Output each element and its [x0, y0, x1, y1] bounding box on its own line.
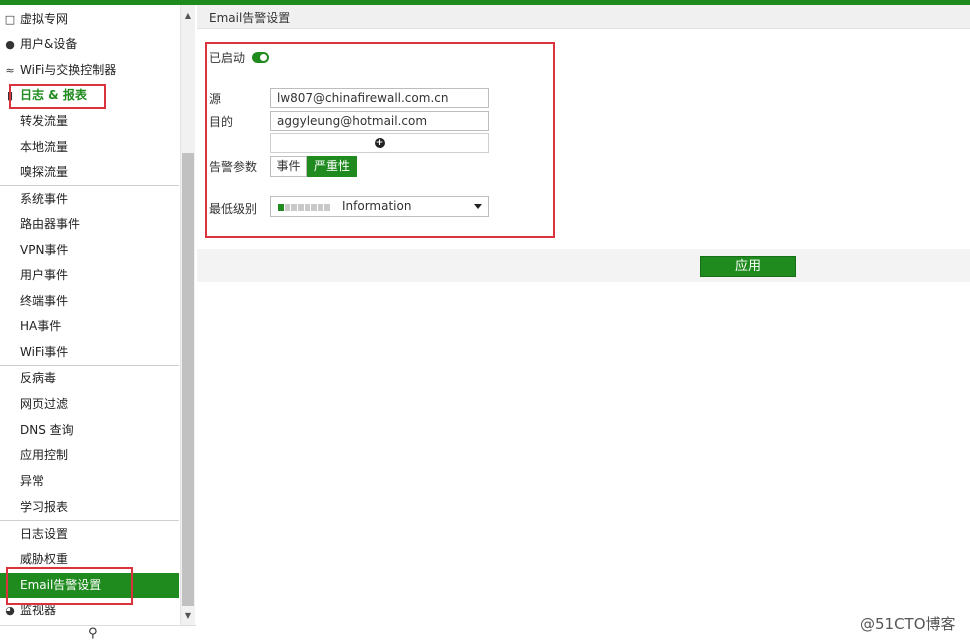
enabled-label: 已启动 — [209, 51, 246, 65]
watermark: @51CTO博客 — [860, 615, 956, 633]
sidebar-item-antivirus[interactable]: 反病毒 — [0, 366, 179, 391]
source-email-input[interactable] — [270, 88, 489, 108]
sidebar-item-label: HA事件 — [20, 319, 62, 333]
sidebar-item-dns-query[interactable]: DNS 查询 — [0, 418, 179, 443]
scrollbar-thumb[interactable] — [182, 153, 194, 606]
sidebar-scrollbar[interactable]: ▲ ▼ — [181, 5, 195, 625]
sidebar-item-users-devices[interactable]: ● 用户&设备 — [0, 32, 179, 57]
sidebar-item-label: 本地流量 — [20, 140, 69, 154]
alert-params-label: 告警参数 — [209, 160, 258, 174]
sidebar-item-label: 虚拟专网 — [20, 12, 69, 26]
sidebar-item-label: VPN事件 — [20, 243, 69, 257]
divider — [0, 185, 179, 186]
action-bar — [197, 249, 970, 282]
sidebar-item-label: 异常 — [20, 474, 45, 488]
sidebar-item-label: 用户&设备 — [20, 37, 78, 51]
wifi-icon: ≈ — [5, 64, 15, 77]
sidebar-item-vpn-events[interactable]: VPN事件 — [0, 238, 179, 263]
param-option-severity[interactable]: 严重性 — [307, 156, 357, 177]
sidebar-item-label: DNS 查询 — [20, 423, 74, 437]
sidebar-item-log-settings[interactable]: 日志设置 — [0, 522, 179, 547]
sidebar-item-wifi-switch[interactable]: ≈ WiFi与交换控制器 — [0, 58, 179, 83]
sidebar-item-label: WiFi与交换控制器 — [20, 63, 117, 77]
search-icon[interactable]: ⚲ — [88, 626, 98, 641]
highlight-box — [6, 567, 133, 605]
sidebar-item-local-traffic[interactable]: 本地流量 — [0, 135, 179, 160]
user-icon: ● — [5, 38, 15, 51]
plus-circle-icon: + — [374, 138, 385, 148]
severity-level-indicator — [278, 204, 330, 211]
sidebar-item-label: 转发流量 — [20, 114, 69, 128]
sidebar-item-label: 网页过滤 — [20, 397, 69, 411]
sidebar-item-forward-traffic[interactable]: 转发流量 — [0, 109, 179, 134]
page-title: Email告警设置 — [209, 11, 291, 25]
min-level-select[interactable]: Information — [270, 196, 489, 217]
sidebar-item-endpoint-events[interactable]: 终端事件 — [0, 289, 179, 314]
sidebar-item-router-events[interactable]: 路由器事件 — [0, 212, 179, 237]
sidebar-item-label: 应用控制 — [20, 448, 69, 462]
param-option-event[interactable]: 事件 — [270, 156, 307, 177]
destination-email-input[interactable] — [270, 111, 489, 131]
page-header: Email告警设置 — [197, 5, 970, 29]
add-destination-button[interactable]: + — [270, 133, 489, 153]
enabled-toggle[interactable] — [252, 52, 269, 63]
divider — [0, 520, 179, 521]
sidebar-item-label: 终端事件 — [20, 294, 69, 308]
sidebar-item-wifi-events[interactable]: WiFi事件 — [0, 340, 179, 365]
chevron-down-icon — [474, 204, 482, 209]
sidebar-item-label: 路由器事件 — [20, 217, 81, 231]
sidebar-item-sniffer-traffic[interactable]: 嗅探流量 — [0, 160, 179, 185]
highlight-box — [9, 84, 106, 109]
sidebar-item-label: 系统事件 — [20, 192, 69, 206]
sidebar-item-label: 反病毒 — [20, 371, 57, 385]
sidebar-item-vpn[interactable]: □ 虚拟专网 — [0, 7, 179, 32]
sidebar-item-label: WiFi事件 — [20, 345, 69, 359]
sidebar-item-anomaly[interactable]: 异常 — [0, 469, 179, 494]
apply-button[interactable]: 应用 — [700, 256, 796, 277]
min-level-label: 最低级别 — [209, 202, 258, 216]
sidebar-item-system-events[interactable]: 系统事件 — [0, 187, 179, 212]
destination-label: 目的 — [209, 115, 234, 129]
monitor-icon: □ — [4, 13, 16, 26]
sidebar-item-label: 日志设置 — [20, 527, 69, 541]
sidebar-item-app-control[interactable]: 应用控制 — [0, 443, 179, 468]
source-label: 源 — [209, 92, 222, 106]
scroll-up-arrow-icon[interactable]: ▲ — [181, 9, 195, 23]
sidebar-item-user-events[interactable]: 用户事件 — [0, 263, 179, 288]
scroll-down-arrow-icon[interactable]: ▼ — [181, 609, 195, 623]
sidebar-item-web-filter[interactable]: 网页过滤 — [0, 392, 179, 417]
min-level-value: Information — [342, 199, 412, 213]
sidebar-item-label: 用户事件 — [20, 268, 69, 282]
sidebar-item-label: 嗅探流量 — [20, 165, 69, 179]
sidebar-item-label: 学习报表 — [20, 500, 69, 514]
sidebar-footer: ⚲ — [0, 625, 196, 643]
sidebar-item-ha-events[interactable]: HA事件 — [0, 314, 179, 339]
sidebar-item-learning-report[interactable]: 学习报表 — [0, 495, 179, 520]
